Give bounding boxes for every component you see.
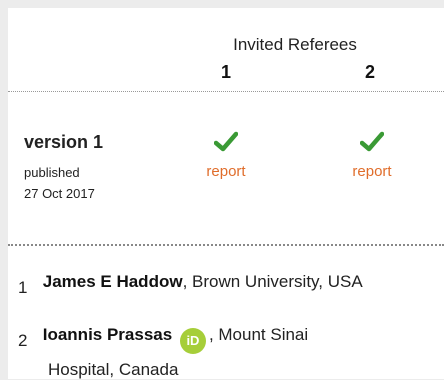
approved-check-icon xyxy=(214,131,238,152)
report-link-referee-2[interactable]: report xyxy=(332,163,412,180)
referee-index: 2 xyxy=(18,331,28,350)
published-date: 27 Oct 2017 xyxy=(24,186,95,201)
orcid-icon[interactable]: iD xyxy=(179,328,206,354)
referee-entry-1: 1 James E Haddow, Brown University, USA xyxy=(18,272,363,298)
divider-bottom xyxy=(8,244,444,246)
report-link-referee-1[interactable]: report xyxy=(186,163,266,180)
published-label: published xyxy=(24,165,80,180)
version-label: version 1 xyxy=(24,132,104,152)
referee-name: Ioannis Prassas xyxy=(42,325,173,344)
referee-status-panel: Invited Referees 1 2 version 1 published… xyxy=(8,8,444,379)
invited-referees-heading: Invited Referees xyxy=(233,35,357,54)
referee-affiliation: , Brown University, USA xyxy=(182,272,363,291)
referee-index: 1 xyxy=(18,278,28,297)
referee-number-2: 2 xyxy=(364,62,375,82)
divider-top xyxy=(8,91,444,92)
referee-affiliation-continued: Hospital, Canada xyxy=(48,360,179,379)
referee-affiliation: , Mount Sinai xyxy=(208,325,309,344)
referee-entry-2: 2 Ioannis Prassas iD, Mount Sinai xyxy=(18,325,308,354)
approved-check-icon xyxy=(360,131,384,152)
referee-name: James E Haddow xyxy=(42,272,183,291)
referee-number-1: 1 xyxy=(220,62,231,82)
